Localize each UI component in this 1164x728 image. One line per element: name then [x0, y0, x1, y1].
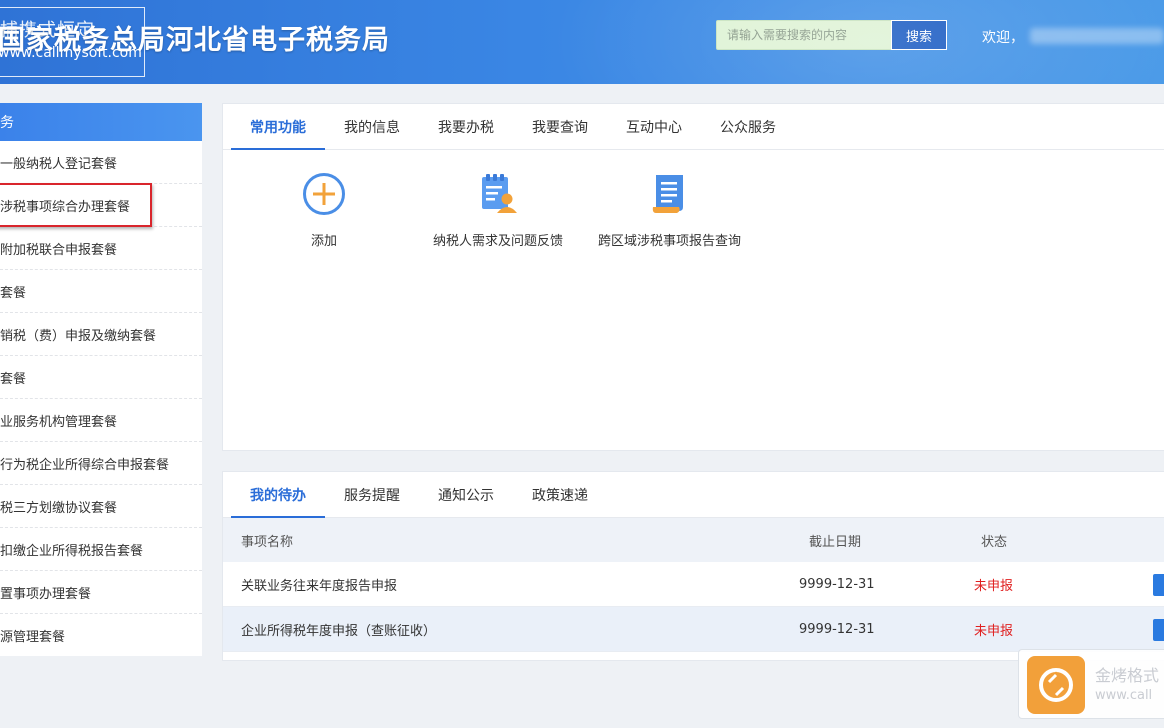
sidebar-item-tax-declaration[interactable]: 销税（费）申报及缴纳套餐 — [0, 313, 202, 356]
row-action-button[interactable] — [1153, 619, 1164, 641]
tab-my-todo[interactable]: 我的待办 — [231, 472, 325, 518]
function-add[interactable]: 添加 — [300, 170, 348, 249]
document-report-icon — [646, 170, 694, 218]
sidebar-item-package-6[interactable]: 套餐 — [0, 356, 202, 399]
table-row: 企业所得税年度申报（查账征收） 9999-12-31 未申报 — [223, 607, 1164, 652]
row-item-name: 企业所得税年度申报（查账征收） — [241, 623, 437, 639]
table-row: 关联业务往来年度报告申报 9999-12-31 未申报 — [223, 562, 1164, 607]
todo-table-header: 事项名称 截止日期 状态 — [223, 518, 1164, 562]
main-tabs: 常用功能 我的信息 我要办税 我要查询 互动中心 公众服务 — [223, 104, 1164, 150]
column-header-name: 事项名称 — [241, 534, 294, 550]
column-header-date: 截止日期 — [809, 534, 862, 550]
sidebar-item-tripartite[interactable]: 税三方划缴协议套餐 — [0, 485, 202, 528]
tab-my-info[interactable]: 我的信息 — [325, 104, 419, 149]
row-item-name: 关联业务往来年度报告申报 — [241, 578, 398, 594]
search-input[interactable] — [716, 20, 892, 50]
username-redacted[interactable] — [1030, 28, 1164, 44]
row-deadline: 9999-12-31 — [799, 576, 875, 592]
function-cross-region-query-label: 跨区域涉税事项报告查询 — [598, 234, 742, 249]
sidebar-item-general-taxpayer[interactable]: 一般纳税人登记套餐 — [0, 141, 202, 184]
sidebar-item-package-4[interactable]: 套餐 — [0, 270, 202, 313]
sidebar-item-behavior-tax[interactable]: 行为税企业所得综合申报套餐 — [0, 442, 202, 485]
tab-notices[interactable]: 通知公示 — [419, 472, 513, 517]
sidebar-item-service-agency[interactable]: 业服务机构管理套餐 — [0, 399, 202, 442]
welcome-text: 欢迎， — [982, 30, 1024, 46]
todo-tabs: 我的待办 服务提醒 通知公示 政策速递 — [223, 472, 1164, 518]
top-header: 捕携式恒定 国家税务总局河北省电子税务局 www.callmysoft.com … — [0, 0, 1164, 84]
watermark-url: www.callmysoft.com — [0, 45, 142, 61]
row-action-button[interactable] — [1153, 574, 1164, 596]
row-status: 未申报 — [974, 578, 1014, 594]
sidebar-item-source-mgmt[interactable]: 源管理套餐 — [0, 614, 202, 656]
tab-query[interactable]: 我要查询 — [513, 104, 607, 149]
widget-brand-text: 金烤格式 — [1095, 666, 1160, 685]
tab-tax-handling[interactable]: 我要办税 — [419, 104, 513, 149]
todo-panel: 我的待办 服务提醒 通知公示 政策速递 事项名称 截止日期 状态 关联业务往来年… — [222, 471, 1164, 661]
search-button[interactable]: 搜索 — [891, 20, 947, 50]
row-deadline: 9999-12-31 — [799, 621, 875, 637]
function-feedback-label: 纳税人需求及问题反馈 — [433, 234, 564, 249]
tab-common-functions[interactable]: 常用功能 — [231, 104, 325, 150]
red-highlight-annotation — [0, 183, 152, 227]
sidebar-item-surcharge[interactable]: 附加税联合申报套餐 — [0, 227, 202, 270]
tab-service-reminder[interactable]: 服务提醒 — [325, 472, 419, 517]
floating-app-widget[interactable]: 金烤格式 www.call — [1018, 649, 1164, 719]
tab-policy-express[interactable]: 政策速递 — [513, 472, 607, 517]
row-status: 未申报 — [974, 623, 1014, 639]
sidebar-item-settings[interactable]: 置事项办理套餐 — [0, 571, 202, 614]
tab-interaction[interactable]: 互动中心 — [607, 104, 701, 149]
widget-url-text: www.call — [1095, 688, 1153, 703]
column-header-status: 状态 — [981, 534, 1008, 550]
tab-public-service[interactable]: 公众服务 — [701, 104, 795, 149]
function-cross-region-query[interactable]: 跨区域涉税事项报告查询 — [598, 170, 741, 249]
sidebar-header: 务 — [0, 103, 202, 141]
common-functions-panel: 常用功能 我的信息 我要办税 我要查询 互动中心 公众服务 添加 纳税人需求及问… — [222, 103, 1164, 451]
add-circle-icon — [300, 170, 348, 218]
convert-refresh-icon — [1027, 656, 1085, 714]
function-add-label: 添加 — [310, 234, 337, 249]
function-feedback[interactable]: 纳税人需求及问题反馈 — [433, 170, 563, 249]
feedback-clipboard-icon — [474, 170, 522, 218]
sidebar-item-withholding[interactable]: 扣缴企业所得税报告套餐 — [0, 528, 202, 571]
